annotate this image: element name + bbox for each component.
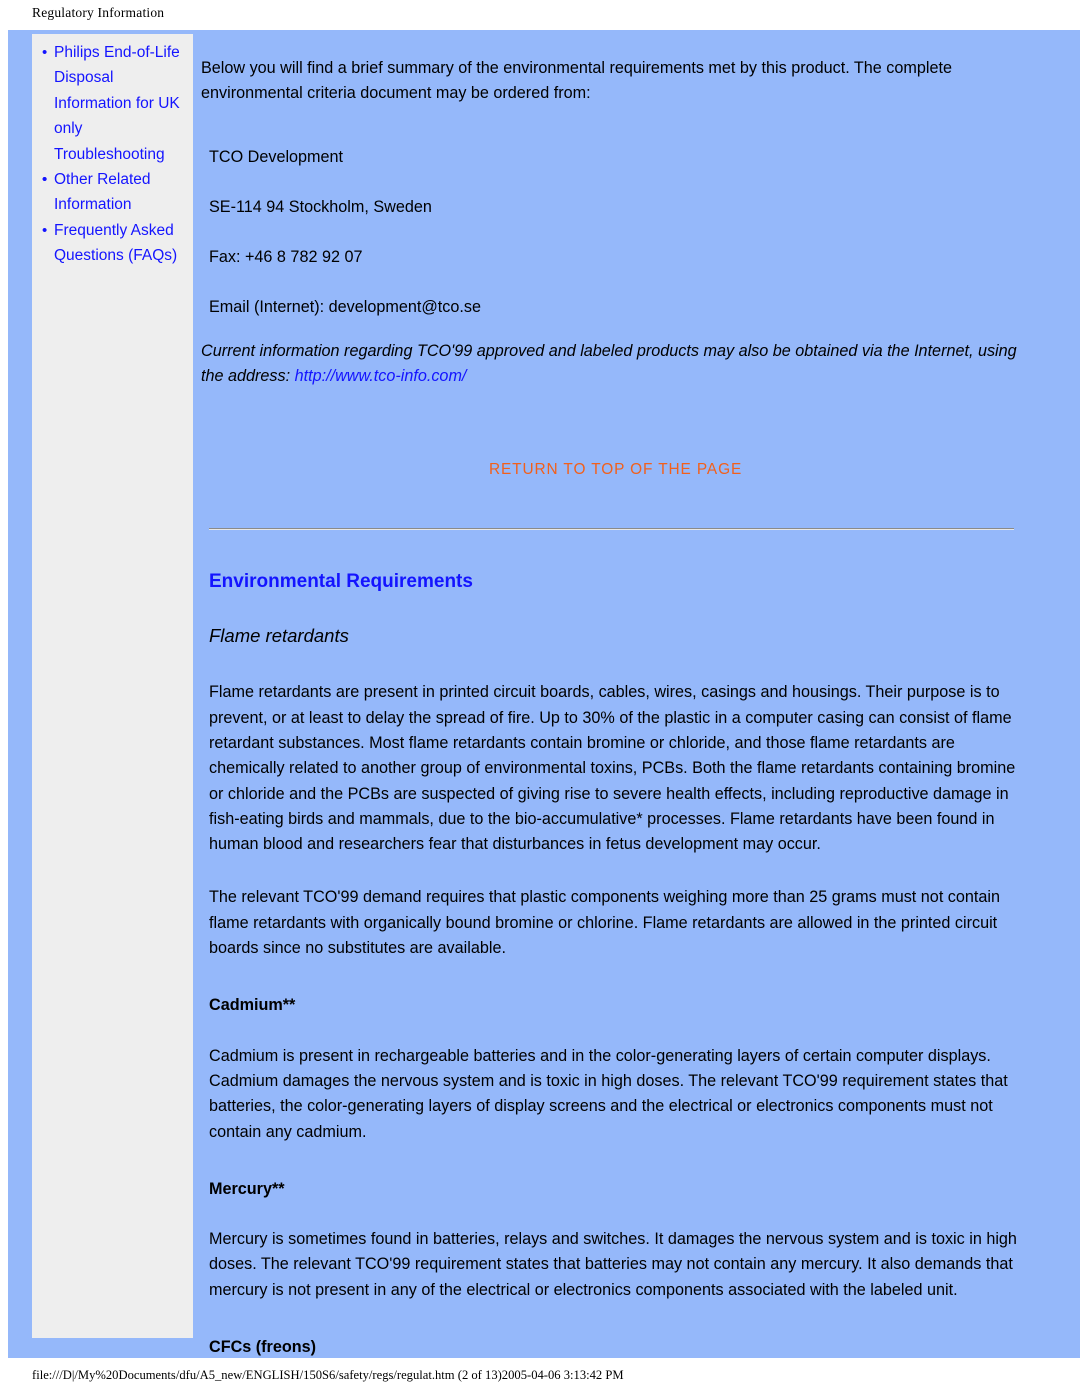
sidebar-list: Philips End-of-Life Disposal Information… <box>32 40 193 269</box>
sidebar-link-philips-end-of-life-disposal[interactable]: Philips End-of-Life Disposal Information… <box>54 44 180 137</box>
section-title-environmental-requirements: Environmental Requirements <box>209 571 473 593</box>
flame-retardants-paragraph-2: The relevant TCO'99 demand requires that… <box>209 888 1001 958</box>
tco-info-note: Current information regarding TCO'99 app… <box>201 339 1026 390</box>
running-header-title: Regulatory Information <box>32 5 165 20</box>
address-email: Email (Internet): development@tco.se <box>209 298 481 317</box>
cadmium-paragraph: Cadmium is present in rechargeable batte… <box>209 1046 1008 1141</box>
sidebar-item-philips-end-of-life-disposal[interactable]: Philips End-of-Life Disposal Information… <box>42 40 187 142</box>
subsection-title-flame-retardants: Flame retardants <box>209 625 349 647</box>
heading-mercury: Mercury** <box>209 1179 285 1198</box>
footer-file-path: file:///D|/My%20Documents/dfu/A5_new/ENG… <box>32 1368 624 1382</box>
address-city: SE-114 94 Stockholm, Sweden <box>209 197 432 216</box>
heading-cadmium: Cadmium** <box>209 996 296 1015</box>
sidebar-item-other-related-information[interactable]: Other Related Information <box>42 167 187 218</box>
address-fax: Fax: +46 8 782 92 07 <box>209 248 363 267</box>
sidebar-link-troubleshooting[interactable]: Troubleshooting <box>54 146 165 163</box>
sidebar-navigation: Philips End-of-Life Disposal Information… <box>32 34 193 1338</box>
sidebar-item-troubleshooting[interactable]: Troubleshooting <box>42 142 187 193</box>
tco-info-link[interactable]: http://www.tco-info.com/ <box>295 367 467 385</box>
page-footer: file:///D|/My%20Documents/dfu/A5_new/ENG… <box>0 1358 1080 1397</box>
address-organization: TCO Development <box>209 147 344 166</box>
heading-cfcs: CFCs (freons) <box>209 1338 317 1357</box>
sidebar-item-faqs[interactable]: Frequently Asked Questions (FAQs) <box>42 218 187 269</box>
sidebar-link-faqs[interactable]: Frequently Asked Questions (FAQs) <box>54 222 177 264</box>
flame-retardants-paragraph-1: Flame retardants are present in printed … <box>209 683 1016 854</box>
section-divider <box>209 528 1014 531</box>
article-content: Below you will find a brief summary of t… <box>201 56 1026 1360</box>
mercury-paragraph: Mercury is sometimes found in batteries,… <box>209 1230 1017 1299</box>
sidebar-link-other-related-information[interactable]: Other Related Information <box>54 171 151 213</box>
page-canvas: Philips End-of-Life Disposal Information… <box>8 30 1080 1358</box>
running-header: Regulatory Information <box>0 0 1080 30</box>
return-to-top-link[interactable]: RETURN TO TOP OF THE PAGE <box>489 461 1026 479</box>
intro-paragraph: Below you will find a brief summary of t… <box>201 59 952 103</box>
